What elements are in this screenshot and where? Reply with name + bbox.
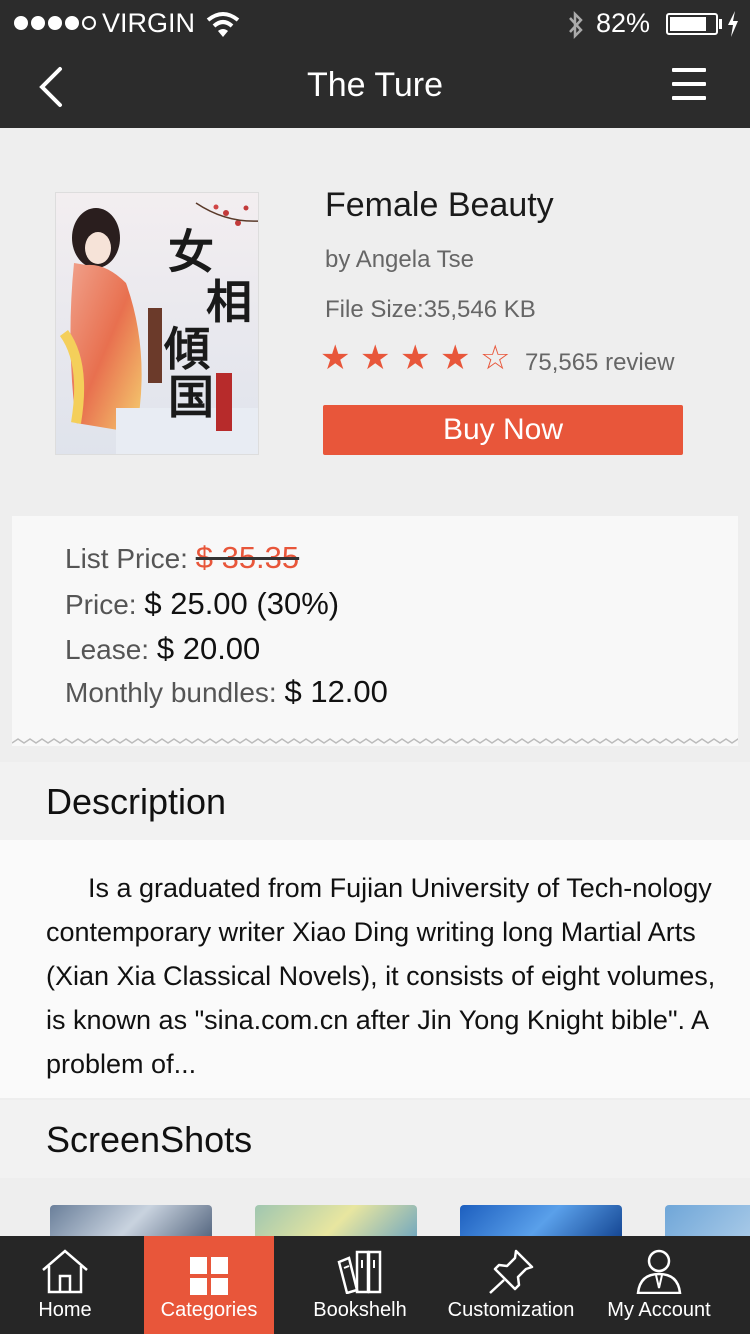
star-filled-icon: ★	[360, 339, 391, 377]
screenshot-thumbnail[interactable]	[50, 1205, 212, 1238]
book-cover-image[interactable]: 女 相 傾 国	[55, 192, 259, 455]
star-empty-icon: ☆	[480, 339, 511, 377]
wifi-icon	[206, 12, 240, 37]
description-body: Is a graduated from Fujian University of…	[0, 840, 750, 1098]
star-rating: ★ ★ ★ ★ ☆	[320, 340, 514, 376]
book-title: Female Beauty	[325, 186, 554, 224]
pushpin-icon	[489, 1249, 534, 1294]
svg-text:国: 国	[168, 370, 214, 424]
zigzag-divider	[12, 738, 738, 744]
svg-text:女: 女	[168, 225, 214, 279]
page-title: The Ture	[306, 66, 444, 104]
tab-categories[interactable]: Categories	[144, 1236, 274, 1334]
star-filled-icon: ★	[320, 339, 351, 377]
file-size: File Size:35,546 KB	[325, 296, 536, 323]
star-filled-icon: ★	[440, 339, 471, 377]
book-author[interactable]: by Angela Tse	[325, 246, 474, 274]
description-header: Description	[0, 762, 750, 840]
battery-percent: 82%	[596, 8, 651, 38]
price-label: Price:	[65, 589, 137, 620]
home-icon	[42, 1249, 88, 1294]
tab-bar: Home Categories Bookshelh Customization	[0, 1236, 750, 1334]
battery-tip	[719, 19, 722, 29]
signal-strength-icon	[14, 16, 96, 30]
tab-home-label: Home	[38, 1299, 92, 1321]
bundle-label: Monthly bundles:	[65, 677, 277, 708]
status-bar: VIRGIN 82%	[0, 0, 750, 48]
description-heading: Description	[46, 781, 227, 822]
tab-bookshelf-label: Bookshelh	[313, 1299, 407, 1321]
lease-row: Lease: $ 20.00	[65, 631, 260, 667]
bookshelf-icon	[337, 1250, 382, 1294]
star-filled-icon: ★	[400, 339, 431, 377]
battery-icon	[666, 13, 718, 35]
user-icon	[636, 1249, 682, 1294]
list-price-row: List Price: $ 35.35	[65, 540, 299, 576]
carrier-name: VIRGIN	[102, 8, 196, 38]
screenshots-heading: ScreenShots	[46, 1119, 253, 1160]
tab-categories-label: Categories	[160, 1299, 258, 1321]
list-price-value: $ 35.35	[195, 540, 300, 575]
bluetooth-icon	[569, 10, 583, 40]
lease-value: $ 20.00	[156, 631, 261, 666]
price-value: $ 25.00 (30%)	[144, 586, 340, 621]
tab-home[interactable]: Home	[0, 1236, 130, 1334]
buy-now-button[interactable]: Buy Now	[323, 405, 683, 455]
bundle-value: $ 12.00	[284, 674, 388, 709]
description-text: Is a graduated from Fujian University of…	[46, 873, 716, 1079]
screenshot-thumbnail[interactable]	[255, 1205, 417, 1238]
screenshot-thumbnail[interactable]	[460, 1205, 622, 1238]
header: VIRGIN 82% The Ture	[0, 0, 750, 128]
tab-my-account[interactable]: My Account	[592, 1236, 726, 1334]
price-row: Price: $ 25.00 (30%)	[65, 586, 339, 622]
tab-customization[interactable]: Customization	[438, 1236, 584, 1334]
tab-bookshelf[interactable]: Bookshelh	[290, 1236, 430, 1334]
price-card: List Price: $ 35.35 Price: $ 25.00 (30%)…	[12, 516, 738, 746]
list-price-label: List Price:	[65, 543, 188, 574]
bundle-row: Monthly bundles: $ 12.00	[65, 674, 388, 710]
screenshots-strip[interactable]	[0, 1178, 750, 1238]
charging-icon	[728, 11, 738, 37]
svg-text:傾: 傾	[163, 322, 210, 376]
lease-label: Lease:	[65, 634, 150, 665]
battery-level	[670, 17, 707, 31]
review-count[interactable]: 75,565 review	[525, 349, 674, 377]
screenshot-thumbnail[interactable]	[665, 1205, 750, 1238]
tab-customization-label: Customization	[447, 1299, 575, 1321]
menu-button[interactable]	[672, 68, 708, 104]
screenshots-header: ScreenShots	[0, 1100, 750, 1178]
categories-grid-icon	[190, 1257, 228, 1295]
tab-my-account-label: My Account	[607, 1299, 711, 1321]
svg-text:相: 相	[206, 275, 252, 329]
